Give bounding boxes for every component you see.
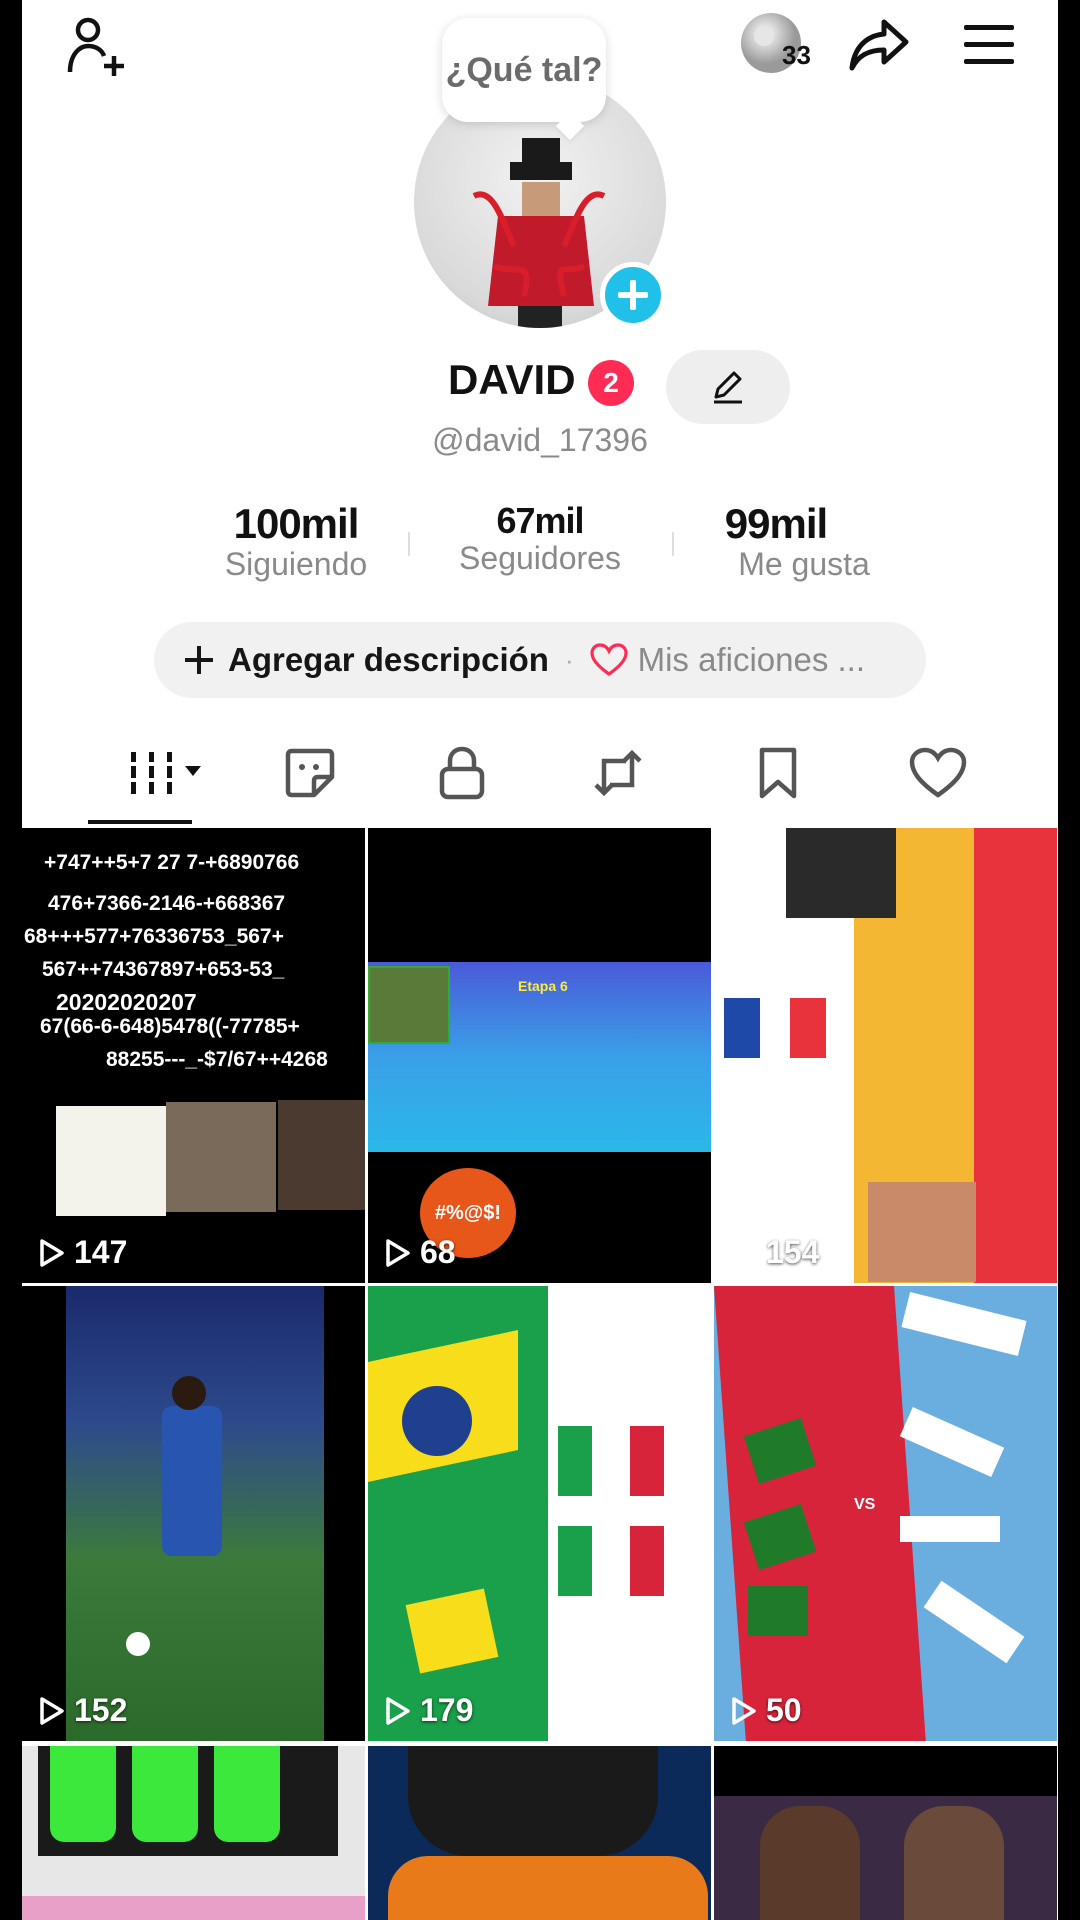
view-count: 50 xyxy=(730,1692,802,1729)
video-thumbnail[interactable]: 154 xyxy=(714,828,1057,1283)
video-thumbnail[interactable]: 179 xyxy=(368,1286,711,1741)
stat-value: 100mil xyxy=(233,500,360,547)
notification-count: 33 xyxy=(782,40,811,70)
video-grid: +747++5+7 27 7-+6890766 476+7366-2146-+6… xyxy=(22,828,1058,1741)
video-thumbnail[interactable]: 152 xyxy=(22,1286,365,1741)
edit-profile-button[interactable] xyxy=(666,350,790,424)
share-arrow-icon[interactable] xyxy=(844,10,914,80)
stat-label: Siguiendo xyxy=(224,546,368,582)
content-tabs xyxy=(22,740,1058,830)
lock-icon[interactable] xyxy=(422,740,502,806)
sticker-icon[interactable] xyxy=(270,740,350,806)
heart-outline-icon xyxy=(590,643,628,676)
videos-grid-icon[interactable] xyxy=(112,740,222,806)
video-thumbnail[interactable]: VS 50 xyxy=(714,1286,1057,1741)
video-grid-row xyxy=(22,1746,1058,1920)
hobbies-label: Mis aficiones ... xyxy=(637,641,866,678)
thumbnail-text: +747++5+7 27 7-+6890766 476+7366-2146-+6… xyxy=(24,851,328,1071)
stat-following[interactable]: 100mil Siguiendo xyxy=(166,500,426,583)
add-story-button[interactable] xyxy=(600,262,666,328)
heart-icon[interactable] xyxy=(888,740,988,806)
view-count: 152 xyxy=(38,1692,127,1729)
description-pill[interactable]: Agregar descripción · Mis aficiones ... xyxy=(154,622,926,698)
username-handle: @david_17396 xyxy=(432,422,648,458)
stat-likes[interactable]: 99mil Me gusta xyxy=(674,500,934,583)
vs-label: VS xyxy=(854,1496,876,1513)
video-thumbnail[interactable] xyxy=(368,1746,711,1920)
separator-dot: · xyxy=(564,644,574,675)
display-name: DAVID xyxy=(448,356,576,403)
video-thumbnail[interactable]: +747++5+7 27 7-+6890766 476+7366-2146-+6… xyxy=(22,828,365,1283)
stat-value: 99mil xyxy=(724,500,828,547)
view-count: 68 xyxy=(384,1234,456,1271)
pencil-icon xyxy=(714,371,742,404)
view-count: 179 xyxy=(384,1692,473,1729)
name-row: DAVID 2 xyxy=(22,350,1058,424)
hamburger-menu-icon[interactable] xyxy=(954,12,1024,76)
thumbnail-overlay-text: Etapa 6 xyxy=(518,978,568,994)
plus-icon xyxy=(185,646,213,674)
stat-label: Me gusta xyxy=(738,546,870,582)
bookmark-icon[interactable] xyxy=(738,740,818,806)
add-description-label: Agregar descripción xyxy=(228,641,549,678)
view-count: 154 xyxy=(730,1234,819,1271)
repost-icon[interactable] xyxy=(578,740,658,806)
video-thumbnail[interactable] xyxy=(714,1746,1057,1920)
profile-page: 33 ¿Qué tal? DAVID 2 @david_17396 100mil… xyxy=(22,0,1058,1920)
notification-badge[interactable]: 2 xyxy=(588,360,634,406)
person-plus-icon[interactable] xyxy=(62,10,132,80)
active-tab-indicator xyxy=(88,820,192,824)
video-thumbnail[interactable]: Etapa 6 #%@$! 68 xyxy=(368,828,711,1283)
view-count: 147 xyxy=(38,1234,127,1271)
video-thumbnail[interactable] xyxy=(22,1746,365,1920)
status-bubble[interactable]: ¿Qué tal? xyxy=(442,18,606,122)
